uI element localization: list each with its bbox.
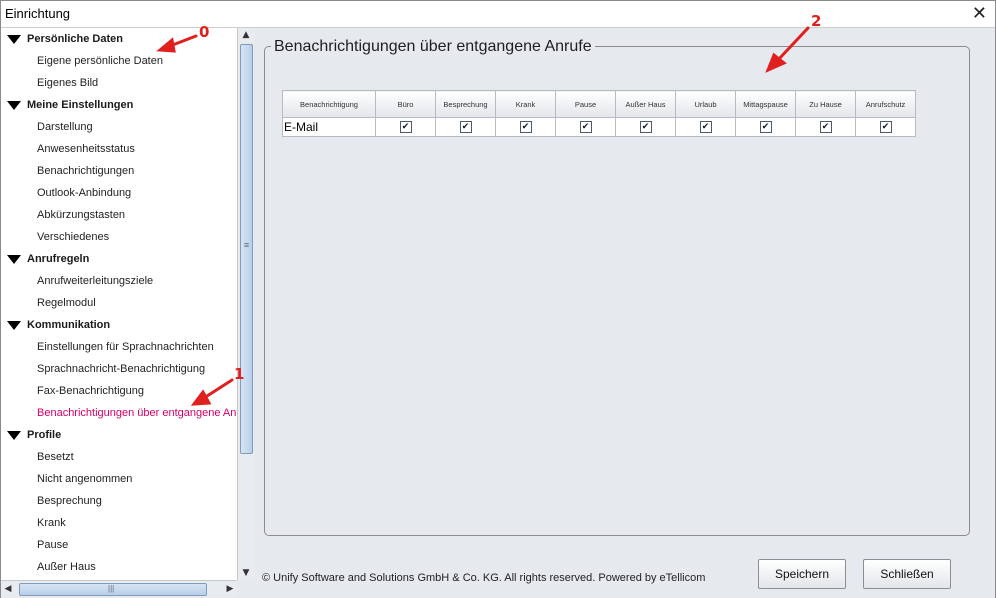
annotation-arrows (156, 26, 810, 406)
annotation-label-2: 2 (811, 12, 822, 30)
annotation-label-0: 0 (199, 23, 210, 41)
annotation-label-1: 1 (234, 365, 245, 383)
annotation-arrow-1 (202, 378, 234, 400)
annotation-arrowhead-0 (156, 37, 176, 53)
annotation-arrowhead-1 (190, 389, 212, 406)
annotation-arrow-2 (776, 26, 810, 62)
